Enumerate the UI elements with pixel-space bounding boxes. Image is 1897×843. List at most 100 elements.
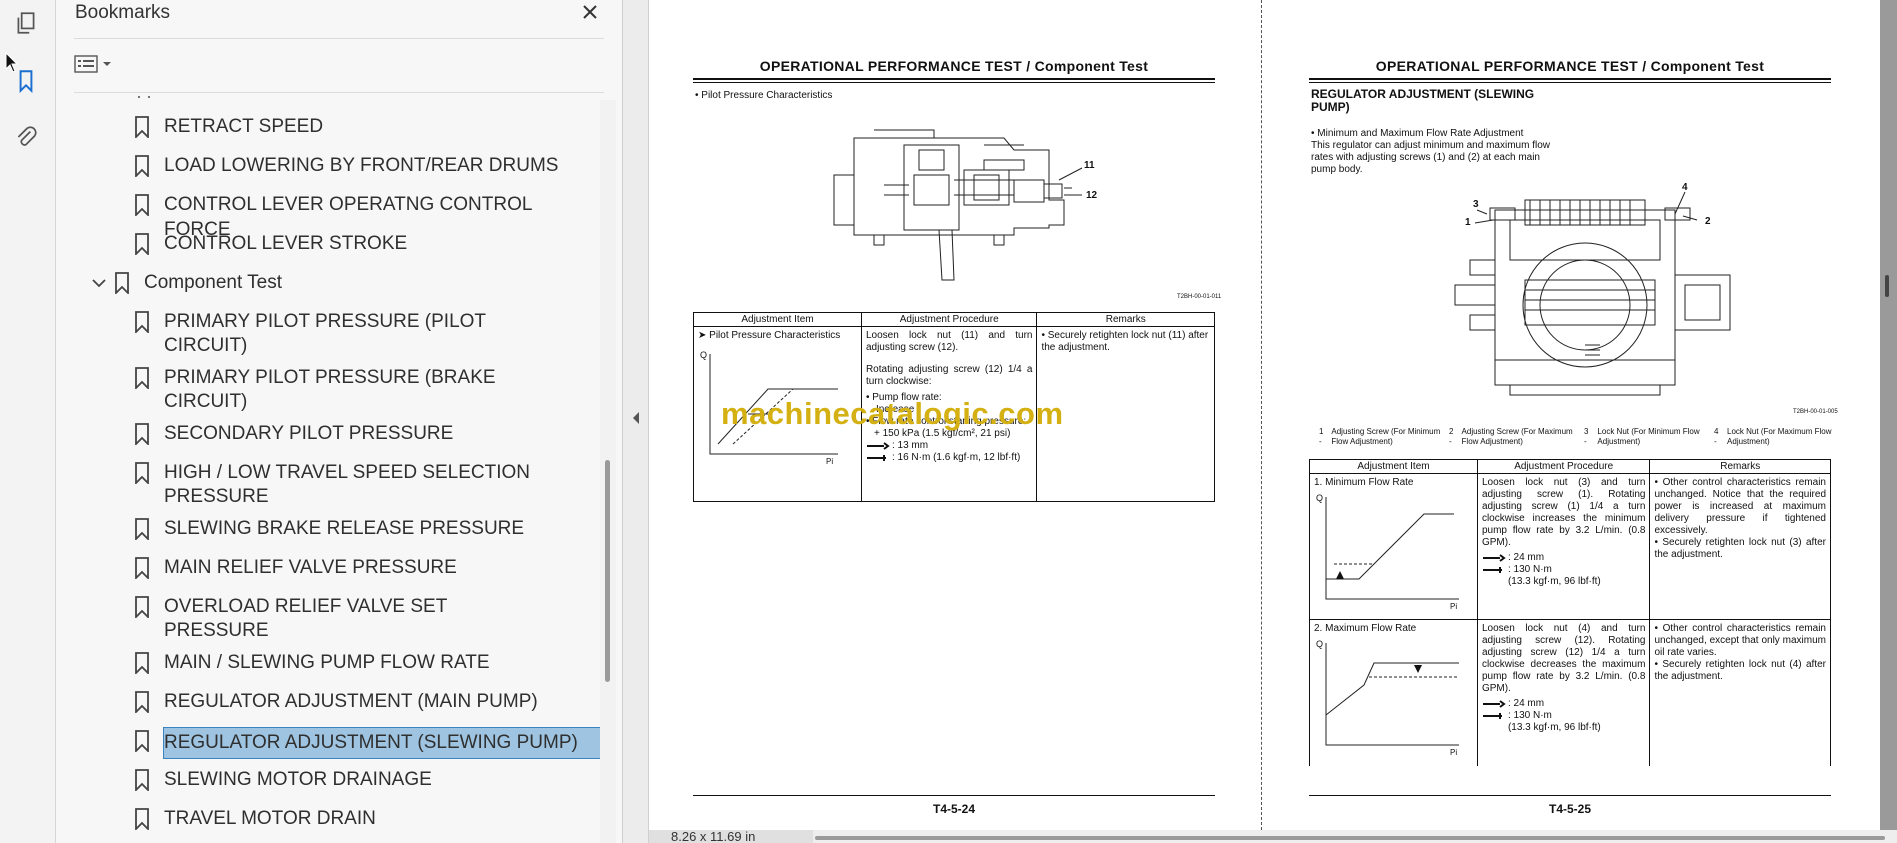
bookmark-item[interactable]: HIGH / LOW TRAVEL SPEED SELECTION PRESSU… — [56, 460, 600, 512]
title-rule — [693, 82, 1215, 83]
remark-text: • Other control characteristics remain u… — [1654, 623, 1826, 658]
page-title: OPERATIONAL PERFORMANCE TEST / Component… — [759, 58, 1149, 74]
title-rule — [1309, 82, 1831, 83]
bookmark-item-selected[interactable]: REGULATOR ADJUSTMENT (SLEWING PUMP) — [56, 727, 600, 759]
wrench-icon — [1482, 700, 1506, 708]
bookmark-item[interactable]: TRAVEL MOTOR DRAIN — [56, 806, 600, 834]
viewer-scroll-handle[interactable] — [1885, 275, 1889, 297]
page-thumbnails-icon[interactable] — [9, 6, 43, 40]
panel-splitter[interactable] — [623, 0, 649, 843]
section-bullet: • Pilot Pressure Characteristics — [695, 90, 833, 101]
table-header: Remarks — [1036, 312, 1215, 327]
bookmark-item[interactable]: SECONDARY PILOT PRESSURE — [56, 421, 600, 449]
chevron-down-icon[interactable] — [90, 274, 108, 292]
bookmark-label: SLEWING MOTOR DRAINAGE — [164, 769, 432, 790]
list-options-icon — [74, 55, 98, 73]
procedure-text: Rotating adjusting screw (12) 1/4 a turn… — [865, 364, 1033, 387]
figure-legend: 1 - Adjusting Screw (For Minimum Flow Adj… — [1319, 427, 1839, 447]
bookmark-item[interactable]: SLEWING MOTOR DRAINAGE — [56, 767, 600, 795]
adjustment-item: ➤ Pilot Pressure Characteristics — [698, 330, 841, 341]
bookmark-item[interactable]: LOAD LOWERING BY FRONT/REAR DRUMS — [56, 153, 600, 181]
torque-wrench-icon — [1482, 713, 1502, 719]
bookmark-label: REGULATOR ADJUSTMENT (MAIN PUMP) — [164, 691, 538, 712]
divider — [74, 38, 604, 39]
table-header: Remarks — [1649, 459, 1831, 474]
adjustment-table: Adjustment Item Adjustment Procedure Rem… — [1309, 459, 1831, 766]
chevron-down-icon — [103, 62, 111, 66]
attachments-icon[interactable] — [9, 120, 43, 154]
bookmark-item[interactable]: CONTROL LEVER OPERATNG CONTROL FORCE — [56, 192, 600, 240]
bookmark-label-line2: CIRCUIT) — [164, 391, 248, 412]
callout-label: 2 — [1705, 216, 1711, 227]
section-heading: REGULATOR ADJUSTMENT (SLEWING PUMP) — [1311, 87, 1535, 114]
bookmark-label-line2: CIRCUIT) — [164, 335, 248, 356]
bookmark-label-line2: PRESSURE — [164, 486, 269, 507]
procedure-text: Loosen lock nut (3) and turn adjusting s… — [1481, 477, 1646, 548]
torque-value-detail: (13.3 kgf·m, 96 lbf·ft) — [1507, 722, 1601, 733]
bookmarks-scrollbar-thumb[interactable] — [605, 460, 610, 682]
bookmark-item[interactable]: OVERLOAD RELIEF VALVE SET PRESSURE — [56, 594, 600, 646]
bookmark-item[interactable]: PRIMARY PILOT PRESSURE (BRAKE CIRCUIT) — [56, 365, 600, 417]
remark-text: • Securely retighten lock nut (11) after… — [1041, 330, 1209, 353]
bookmark-item[interactable]: RETRACT SPEED — [56, 114, 600, 142]
intro-text: This regulator can adjust minimum and ma… — [1311, 140, 1550, 175]
legend-item: 2 - Adjusting Screw (For Maximum Flow Adj… — [1449, 427, 1573, 446]
footer-rule — [1309, 795, 1831, 796]
bookmark-item[interactable]: MAIN RELIEF VALVE PRESSURE — [56, 555, 600, 583]
axis-label: Pi — [1450, 748, 1457, 755]
axis-label: Q — [1316, 639, 1323, 649]
axis-label: Q — [1316, 493, 1323, 503]
table-header: Adjustment Procedure — [860, 312, 1038, 327]
bookmark-icon — [135, 557, 149, 579]
bookmark-list: RETRACT SPEED LOAD LOWERING BY FRONT/REA… — [56, 96, 600, 843]
watermark: machinecatalogic.com — [721, 396, 1064, 431]
section-bullet: • Minimum and Maximum Flow Rate Adjustme… — [1311, 128, 1524, 139]
bookmark-icon — [135, 116, 149, 138]
callout-label: 4 — [1682, 182, 1688, 193]
bookmark-icon — [135, 311, 149, 333]
tool-size: : 24 mm — [1507, 698, 1545, 709]
bookmark-options-button[interactable] — [74, 50, 120, 78]
bookmark-label: Component Test — [144, 272, 283, 293]
bookmark-icon — [135, 194, 149, 216]
page-title: OPERATIONAL PERFORMANCE TEST / Component… — [1375, 58, 1765, 74]
bookmark-label: RETRACT SPEED — [164, 116, 324, 137]
torque-value: : 130 N·m — [1507, 710, 1552, 721]
bookmark-icon — [135, 233, 149, 255]
legend-item: 3 - Lock Nut (For Minimum Flow Adjustment… — [1584, 427, 1700, 446]
bookmark-label: SLEWING BRAKE RELEASE PRESSURE — [164, 518, 525, 539]
callout-label: 11 — [1084, 160, 1095, 171]
collapse-panel-icon[interactable] — [631, 411, 641, 425]
callout-label: 1 — [1465, 217, 1471, 228]
panel-title: Bookmarks — [75, 2, 171, 23]
tool-size: : 24 mm — [1507, 552, 1545, 563]
wrench-icon — [866, 442, 890, 450]
axis-label: Pi — [826, 457, 833, 464]
bookmark-item[interactable]: REGULATOR ADJUSTMENT (MAIN PUMP) — [56, 689, 600, 717]
bookmark-item[interactable]: PRIMARY PILOT PRESSURE (PILOT CIRCUIT) — [56, 309, 600, 361]
bookmark-icon — [135, 423, 149, 445]
bookmark-label: CONTROL LEVER STROKE — [164, 233, 408, 254]
page-number: T4-5-24 — [932, 802, 976, 816]
close-icon[interactable] — [576, 0, 604, 26]
bookmark-item[interactable]: SLEWING BRAKE RELEASE PRESSURE — [56, 516, 600, 544]
horizontal-scrollbar-thumb[interactable] — [815, 836, 1885, 840]
bookmark-label: SECONDARY PILOT PRESSURE — [164, 423, 454, 444]
adjustment-item: 1. Minimum Flow Rate — [1314, 477, 1414, 488]
torque-value: : 130 N·m — [1507, 564, 1552, 575]
bookmark-icon — [135, 596, 149, 618]
bookmark-item[interactable]: CONTROL LEVER STROKE — [56, 231, 600, 259]
bookmark-item[interactable]: MAIN / SLEWING PUMP FLOW RATE — [56, 650, 600, 678]
figure-code: T2BH-00-01-005 — [1793, 409, 1838, 415]
table-header: Adjustment Procedure — [1476, 459, 1651, 474]
mouse-cursor-icon — [5, 52, 19, 73]
remark-text: • Securely retighten lock nut (3) after … — [1654, 537, 1826, 560]
bookmark-icon — [135, 518, 149, 540]
callout-label: 3 — [1473, 199, 1479, 210]
maximum-flow-graph: Q Pi — [1316, 639, 1459, 757]
bookmark-icon — [135, 808, 149, 830]
bookmark-icon — [135, 691, 149, 713]
bookmark-label: REGULATOR ADJUSTMENT (SLEWING PUMP) — [163, 727, 600, 759]
bookmark-item-component-test[interactable]: Component Test — [56, 270, 600, 298]
torque-wrench-icon — [1482, 567, 1502, 573]
